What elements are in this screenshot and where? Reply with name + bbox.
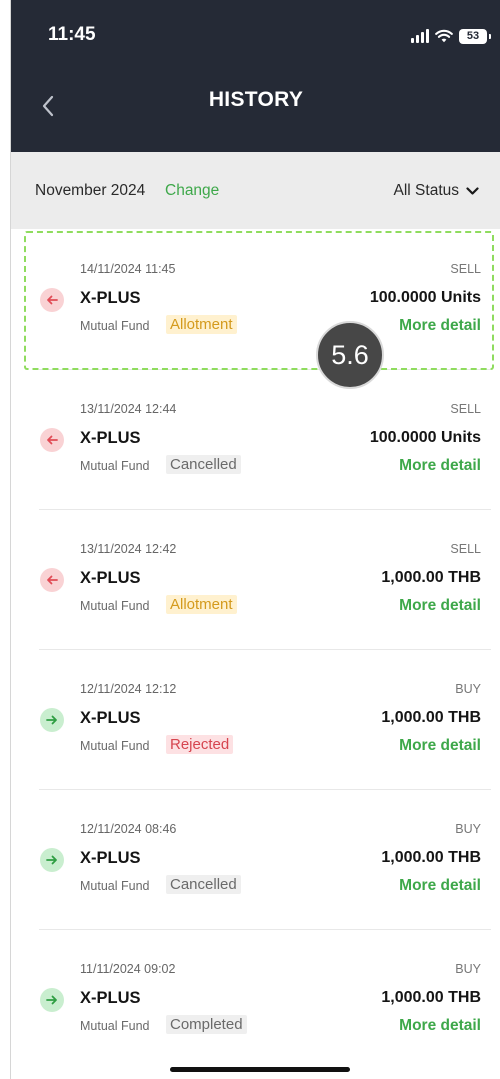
chevron-down-icon	[466, 186, 479, 195]
change-month-link[interactable]: Change	[165, 182, 219, 200]
transaction-amount: 1,000.00 THB	[381, 989, 481, 1006]
fund-name: X-PLUS	[80, 569, 141, 587]
transaction-list: 14/11/2024 11:45 SELL X-PLUS 100.0000 Units…	[11, 229, 500, 1069]
status-badge: Completed	[166, 1015, 247, 1034]
transaction-item: 12/11/2024 12:12 BUY X-PLUS 1,000.00 THB Mut…	[11, 649, 500, 789]
cellular-signal-icon	[411, 29, 429, 43]
fund-category: Mutual Fund	[80, 599, 150, 613]
more-detail-link[interactable]: More detail	[399, 597, 481, 615]
more-detail-link[interactable]: More detail	[399, 877, 481, 895]
transaction-date: 13/11/2024 12:44	[80, 402, 177, 416]
status-filter-dropdown[interactable]: All Status	[394, 182, 479, 200]
fund-category: Mutual Fund	[80, 319, 150, 333]
transaction-item: 14/11/2024 11:45 SELL X-PLUS 100.0000 Units…	[11, 229, 500, 369]
app-screen: 11:45 53 HISTORY November 2024 Change Al…	[10, 0, 500, 1079]
transaction-item: 13/11/2024 12:42 SELL X-PLUS 1,000.00 THB Mu…	[11, 509, 500, 649]
transaction-item: 13/11/2024 12:44 SELL X-PLUS 100.0000 Units…	[11, 369, 500, 509]
transaction-side: SELL	[450, 542, 481, 556]
battery-icon: 53	[459, 28, 491, 44]
transaction-side: SELL	[450, 402, 481, 416]
fund-name: X-PLUS	[80, 709, 141, 727]
fund-name: X-PLUS	[80, 849, 141, 867]
filter-bar: November 2024 Change All Status	[11, 152, 500, 229]
status-badge: Cancelled	[166, 875, 241, 894]
more-detail-link[interactable]: More detail	[399, 1017, 481, 1035]
transaction-amount: 100.0000 Units	[369, 289, 481, 306]
month-label: November 2024	[35, 182, 146, 199]
transaction-amount: 1,000.00 THB	[381, 569, 481, 586]
transaction-date: 13/11/2024 12:42	[80, 542, 177, 556]
fund-category: Mutual Fund	[80, 739, 150, 753]
fund-category: Mutual Fund	[80, 1019, 150, 1033]
transaction-item: 12/11/2024 08:46 BUY X-PLUS 1,000.00 THB Mut…	[11, 789, 500, 929]
arrow-right-icon	[40, 708, 64, 732]
arrow-right-icon	[40, 848, 64, 872]
arrow-right-icon	[40, 988, 64, 1012]
transaction-side: SELL	[450, 262, 481, 276]
fund-name: X-PLUS	[80, 429, 141, 447]
transaction-date: 12/11/2024 08:46	[80, 822, 177, 836]
more-detail-link[interactable]: More detail	[399, 317, 481, 335]
arrow-left-icon	[40, 428, 64, 452]
transaction-date: 12/11/2024 12:12	[80, 682, 177, 696]
fund-name: X-PLUS	[80, 289, 141, 307]
fund-category: Mutual Fund	[80, 459, 150, 473]
status-time: 11:45	[48, 24, 96, 45]
transaction-side: BUY	[455, 682, 481, 696]
transaction-item: 11/11/2024 09:02 BUY X-PLUS 1,000.00 THB Mut…	[11, 929, 500, 1069]
transaction-date: 14/11/2024 11:45	[80, 262, 176, 276]
arrow-left-icon	[40, 288, 64, 312]
status-icons: 53	[411, 26, 491, 46]
transaction-amount: 1,000.00 THB	[381, 709, 481, 726]
step-marker: 5.6	[316, 321, 384, 389]
transaction-amount: 100.0000 Units	[369, 429, 481, 446]
more-detail-link[interactable]: More detail	[399, 457, 481, 475]
fund-name: X-PLUS	[80, 989, 141, 1007]
status-filter-label: All Status	[393, 182, 459, 199]
transaction-amount: 1,000.00 THB	[381, 849, 481, 866]
more-detail-link[interactable]: More detail	[399, 737, 481, 755]
arrow-left-icon	[40, 568, 64, 592]
status-badge: Allotment	[166, 315, 237, 334]
transaction-side: BUY	[455, 962, 481, 976]
status-badge: Allotment	[166, 595, 237, 614]
fund-category: Mutual Fund	[80, 879, 150, 893]
page-title: HISTORY	[208, 88, 304, 111]
wifi-icon	[435, 29, 453, 43]
status-badge: Cancelled	[166, 455, 241, 474]
status-badge: Rejected	[166, 735, 234, 754]
home-indicator	[170, 1067, 350, 1072]
transaction-side: BUY	[455, 822, 481, 836]
app-header: 11:45 53 HISTORY	[11, 0, 500, 152]
transaction-date: 11/11/2024 09:02	[80, 962, 176, 976]
